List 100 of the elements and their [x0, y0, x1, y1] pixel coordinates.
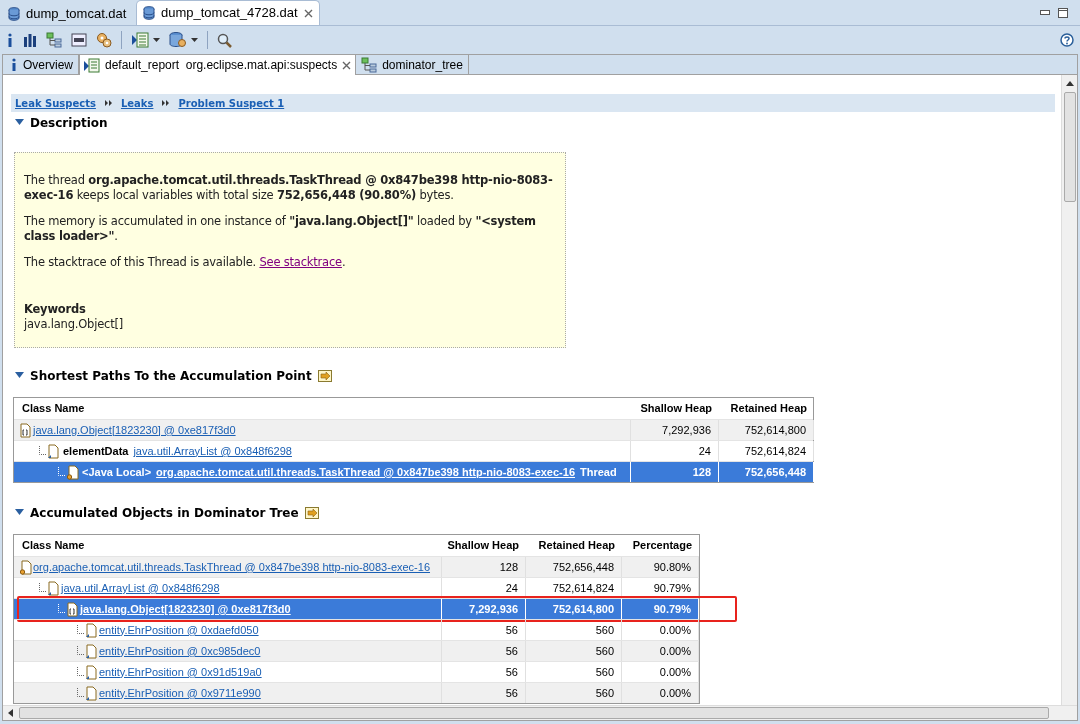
- breadcrumb-link[interactable]: Problem Suspect 1: [178, 95, 285, 111]
- table-cell: 752,656,448: [526, 557, 622, 577]
- object-link[interactable]: java.lang.Object[1823230] @ 0xe817f3d0: [33, 421, 236, 439]
- table-cell: 90.79%: [622, 599, 699, 619]
- file-icon: [86, 685, 98, 701]
- gears-icon[interactable]: [96, 32, 112, 48]
- database-icon: [8, 6, 20, 21]
- section-heading: Description: [30, 115, 108, 132]
- column-header: Class Name: [21, 401, 86, 417]
- table-cell: 560: [526, 662, 622, 682]
- tree-line-icon: [77, 625, 85, 635]
- tree-line-icon: [77, 646, 85, 656]
- breadcrumb-link[interactable]: Leaks: [120, 95, 154, 111]
- field-label: <Java Local>: [82, 464, 152, 480]
- paragraph: The memory is accumulated in one instance of "java.lang.Object[]" loaded by "<system class loader>".: [24, 214, 537, 244]
- horizontal-scrollbar[interactable]: [3, 705, 1077, 720]
- file-icon: [48, 443, 60, 459]
- column-header: Percentage: [631, 538, 693, 554]
- export-icon[interactable]: [317, 369, 332, 383]
- field-label: elementData: [63, 443, 129, 459]
- paragraph: The stacktrace of this Thread is available. See stacktrace.: [24, 255, 347, 270]
- file-icon: [48, 580, 60, 596]
- selected-row[interactable]: <Java Local> org.apache.tomcat.util.threads.TaskThread @ 0x847be398 http-nio-8083-exec-16 Thread 128 752,656,448: [14, 461, 813, 482]
- minimize-icon[interactable]: [1040, 9, 1050, 16]
- table-cell: 560: [526, 620, 622, 640]
- table-cell: 56: [442, 683, 526, 703]
- bar-chart-icon[interactable]: [23, 33, 37, 47]
- tree-icon[interactable]: [46, 32, 62, 48]
- table-cell: 90.80%: [622, 557, 699, 577]
- keyword: java.lang.Object[]: [24, 317, 125, 332]
- object-link[interactable]: org.apache.tomcat.util.threads.TaskThread @ 0x847be398 http-nio-8083-exec-16: [33, 558, 430, 576]
- section-heading: Shortest Paths To the Accumulation Point: [30, 368, 312, 385]
- paragraph: The thread org.apache.tomcat.util.threads.TaskThread @ 0x847be398 http-nio-8083-exec-16 keeps local variables with total size 752,656,448 (90.80%) bytes.: [24, 173, 554, 203]
- table-cell: 752,656,448: [719, 462, 814, 482]
- tree-line-icon: [39, 446, 47, 456]
- maximize-icon[interactable]: [1058, 7, 1068, 18]
- keywords-label: Keywords: [24, 302, 87, 317]
- report-tab[interactable]: default_report org.eclipse.mat.api:suspects: [79, 55, 357, 75]
- object-link[interactable]: entity.EhrPosition @ 0x9711e990: [99, 684, 261, 702]
- file-icon: [86, 622, 98, 638]
- table-cell: 752,614,800: [526, 599, 622, 619]
- table-cell: 0.00%: [622, 683, 699, 703]
- object-link[interactable]: entity.EhrPosition @ 0x91d519a0: [99, 663, 262, 681]
- selected-row[interactable]: java.lang.Object[1823230] @ 0xe817f3d0 7,292,936 752,614,800 90.79%: [14, 598, 699, 619]
- table-cell: 0.00%: [622, 641, 699, 661]
- close-icon[interactable]: [303, 8, 313, 18]
- column-header: Shallow Heap: [446, 538, 520, 554]
- table-cell: 0.00%: [622, 620, 699, 640]
- object-link[interactable]: entity.EhrPosition @ 0xdaefd050: [99, 621, 259, 639]
- table-cell: 7,292,936: [442, 599, 526, 619]
- table-cell: 7,292,936: [631, 420, 719, 440]
- file-icon: [86, 664, 98, 680]
- table-cell: 560: [526, 641, 622, 661]
- tree-line-icon: [39, 583, 47, 593]
- breadcrumb-link[interactable]: Leak Suspects: [15, 95, 96, 111]
- array-file-icon: [20, 422, 32, 438]
- object-link[interactable]: java.util.ArrayList @ 0x848f6298: [133, 442, 292, 460]
- table-cell: 128: [442, 557, 526, 577]
- tree-line-icon: [58, 604, 66, 614]
- stacktrace-link[interactable]: See stacktrace: [259, 255, 342, 269]
- scrollbar-thumb[interactable]: [1063, 92, 1076, 202]
- search-icon[interactable]: [217, 32, 232, 48]
- collapse-icon[interactable]: [15, 371, 24, 381]
- type-label: Thread: [580, 464, 617, 480]
- tree-line-icon: [77, 688, 85, 698]
- scroll-up-icon[interactable]: [1065, 81, 1074, 86]
- table-cell: 752,614,800: [719, 420, 814, 440]
- info-icon[interactable]: [6, 33, 14, 47]
- info-icon: [10, 58, 18, 71]
- export-icon[interactable]: [304, 506, 319, 520]
- chevron-icon: [104, 100, 112, 106]
- table-cell: 0.00%: [622, 662, 699, 682]
- editor-tab[interactable]: dump_tomcat_4728.dat: [136, 0, 320, 25]
- database-icon: [143, 6, 155, 20]
- chevron-icon: [162, 100, 170, 106]
- vertical-scrollbar[interactable]: [1061, 75, 1077, 705]
- object-link[interactable]: java.util.ArrayList @ 0x848f6298: [61, 579, 220, 597]
- database-gear-icon[interactable]: [169, 32, 187, 48]
- table-cell: 56: [442, 641, 526, 661]
- caret-icon[interactable]: [191, 38, 198, 42]
- table-cell: 560: [526, 683, 622, 703]
- report-icon: [84, 57, 100, 73]
- close-icon[interactable]: [342, 60, 352, 70]
- caret-icon[interactable]: [153, 38, 160, 42]
- report-icon[interactable]: [131, 32, 149, 48]
- tree-line-icon: [58, 467, 66, 477]
- help-icon[interactable]: [1060, 33, 1074, 47]
- table-cell: 128: [631, 462, 719, 482]
- column-header: Retained Heap: [729, 401, 808, 417]
- scrollbar-thumb[interactable]: [19, 707, 1049, 719]
- object-link[interactable]: org.apache.tomcat.util.threads.TaskThread @ 0x847be398 http-nio-8083-exec-16: [156, 463, 575, 481]
- section-heading: Accumulated Objects in Dominator Tree: [30, 505, 299, 522]
- scroll-left-icon[interactable]: [8, 709, 13, 717]
- collapse-icon[interactable]: [15, 508, 24, 518]
- collapse-icon[interactable]: [15, 118, 24, 128]
- array-file-icon: [67, 601, 79, 617]
- tree-line-icon: [77, 667, 85, 677]
- column-header: Class Name: [21, 538, 86, 554]
- object-link[interactable]: java.lang.Object[1823230] @ 0xe817f3d0: [80, 600, 291, 618]
- object-link[interactable]: entity.EhrPosition @ 0xc985dec0: [99, 642, 261, 660]
